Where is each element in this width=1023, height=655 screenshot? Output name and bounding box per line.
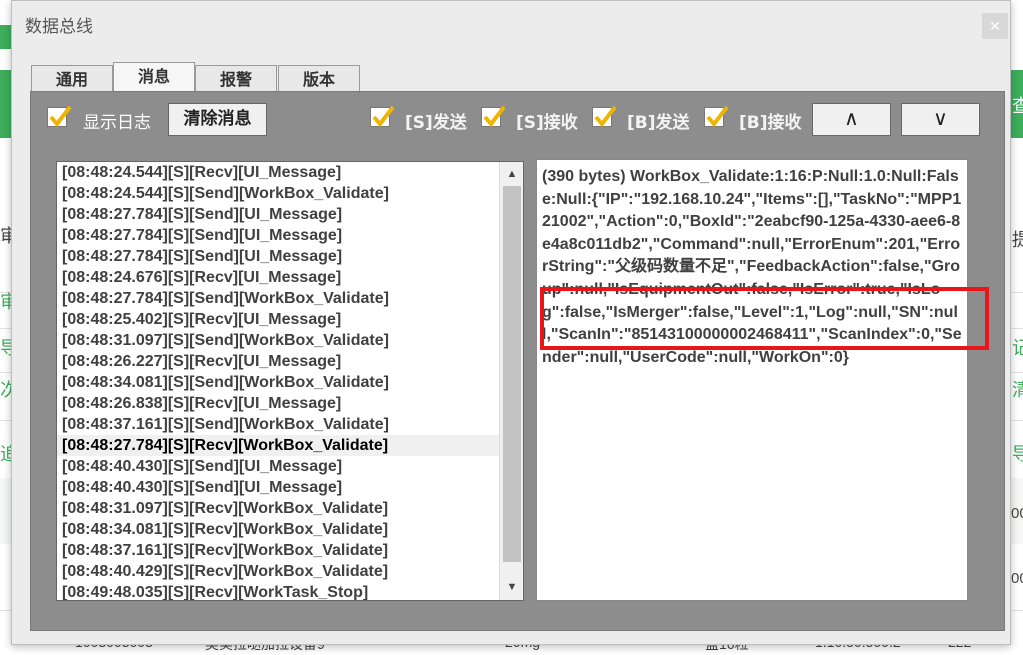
list-item[interactable]: [08:48:27.784][S][Recv][WorkBox_Validate…	[57, 435, 499, 456]
list-item[interactable]: [08:49:48.035][S][Recv][WorkTask_Stop]	[57, 582, 499, 600]
list-item[interactable]: [08:48:37.161][S][Send][WorkBox_Validate…	[57, 414, 499, 435]
list-item[interactable]: [08:48:31.097][S][Send][WorkBox_Validate…	[57, 330, 499, 351]
close-icon: ✕	[989, 18, 1001, 34]
bg-label: 清	[1012, 380, 1023, 400]
bg-value: 00	[1011, 505, 1023, 522]
checkmark-icon	[483, 105, 506, 128]
checkmark-icon	[49, 105, 72, 128]
s-recv-prefix: [S]	[516, 113, 544, 133]
tab-messages[interactable]: 消息	[113, 62, 195, 92]
bg-label: 导	[1012, 444, 1023, 464]
list-item[interactable]: [08:48:24.676][S][Recv][UI_Message]	[57, 267, 499, 288]
bg-label: 记	[1012, 338, 1023, 358]
scroll-up-button[interactable]: ∧	[812, 103, 891, 136]
b-send-suffix: 发送	[655, 113, 690, 133]
show-log-label: 显示日志	[83, 113, 151, 133]
list-item[interactable]: [08:48:27.784][S][Send][WorkBox_Validate…	[57, 288, 499, 309]
s-send-label: [S]发送	[405, 108, 467, 133]
triangle-up-icon: ▲	[506, 168, 518, 180]
tab-version[interactable]: 版本	[278, 65, 360, 92]
checkmark-icon	[372, 105, 395, 128]
list-item[interactable]: [08:48:27.784][S][Send][UI_Message]	[57, 246, 499, 267]
show-log-checkbox[interactable]	[47, 105, 72, 128]
s-recv-suffix: 接收	[543, 113, 578, 133]
log-scrollbar[interactable]: ▲ ▼	[499, 162, 523, 600]
s-recv-checkbox[interactable]	[481, 105, 506, 128]
checkmark-icon	[594, 105, 617, 128]
scrollbar-thumb[interactable]	[503, 186, 521, 562]
bg-label: 查	[1012, 96, 1023, 116]
s-send-suffix: 发送	[432, 113, 467, 133]
triangle-down-icon: ▼	[506, 581, 518, 593]
message-log-list[interactable]: [08:48:24.544][S][Recv][UI_Message] [08:4…	[56, 161, 524, 601]
bg-label: 提	[1012, 230, 1023, 250]
list-item[interactable]: [08:48:34.081][S][Send][WorkBox_Validate…	[57, 372, 499, 393]
close-button[interactable]: ✕	[982, 13, 1008, 39]
s-send-checkbox[interactable]	[370, 105, 395, 128]
s-send-prefix: [S]	[405, 113, 433, 133]
list-item[interactable]: [08:48:26.227][S][Recv][UI_Message]	[57, 351, 499, 372]
b-send-prefix: [B]	[627, 113, 656, 133]
message-detail-box[interactable]: (390 bytes) WorkBox_Validate:1:16:P:Null…	[536, 159, 968, 601]
b-recv-suffix: 接收	[767, 113, 802, 133]
log-entries: [08:48:24.544][S][Recv][UI_Message] [08:4…	[57, 162, 499, 600]
list-item[interactable]: [08:48:26.838][S][Recv][UI_Message]	[57, 393, 499, 414]
list-item[interactable]: [08:48:27.784][S][Send][UI_Message]	[57, 225, 499, 246]
list-item[interactable]: [08:48:40.430][S][Send][UI_Message]	[57, 477, 499, 498]
b-recv-prefix: [B]	[739, 113, 768, 133]
s-recv-label: [S]接收	[516, 108, 578, 133]
tab-general[interactable]: 通用	[31, 65, 113, 92]
checkmark-icon	[706, 105, 729, 128]
list-item[interactable]: [08:48:24.544][S][Recv][UI_Message]	[57, 162, 499, 183]
scroll-down-button[interactable]: ∨	[901, 103, 980, 136]
list-item[interactable]: [08:48:40.429][S][Recv][WorkBox_Validate…	[57, 561, 499, 582]
clear-messages-button[interactable]: 清除消息	[168, 103, 267, 136]
list-item[interactable]: [08:48:31.097][S][Recv][WorkBox_Validate…	[57, 498, 499, 519]
message-detail-text: (390 bytes) WorkBox_Validate:1:16:P:Null…	[542, 168, 962, 366]
list-item[interactable]: [08:48:37.161][S][Recv][WorkBox_Validate…	[57, 540, 499, 561]
b-recv-checkbox[interactable]	[704, 105, 729, 128]
scrollbar-up-button[interactable]: ▲	[501, 163, 523, 185]
dialog-title: 数据总线	[25, 17, 93, 37]
bg-value: 00	[1011, 570, 1023, 587]
list-item[interactable]: [08:48:25.402][S][Recv][UI_Message]	[57, 309, 499, 330]
b-send-label: [B]发送	[627, 108, 690, 133]
b-recv-label: [B]接收	[739, 108, 802, 133]
list-item[interactable]: [08:48:40.430][S][Send][UI_Message]	[57, 456, 499, 477]
scrollbar-down-button[interactable]: ▼	[501, 576, 523, 598]
tab-alarms[interactable]: 报警	[195, 65, 277, 92]
b-send-checkbox[interactable]	[592, 105, 617, 128]
list-item[interactable]: [08:48:24.544][S][Send][WorkBox_Validate…	[57, 183, 499, 204]
list-item[interactable]: [08:48:27.784][S][Send][UI_Message]	[57, 204, 499, 225]
list-item[interactable]: [08:48:34.081][S][Recv][WorkBox_Validate…	[57, 519, 499, 540]
